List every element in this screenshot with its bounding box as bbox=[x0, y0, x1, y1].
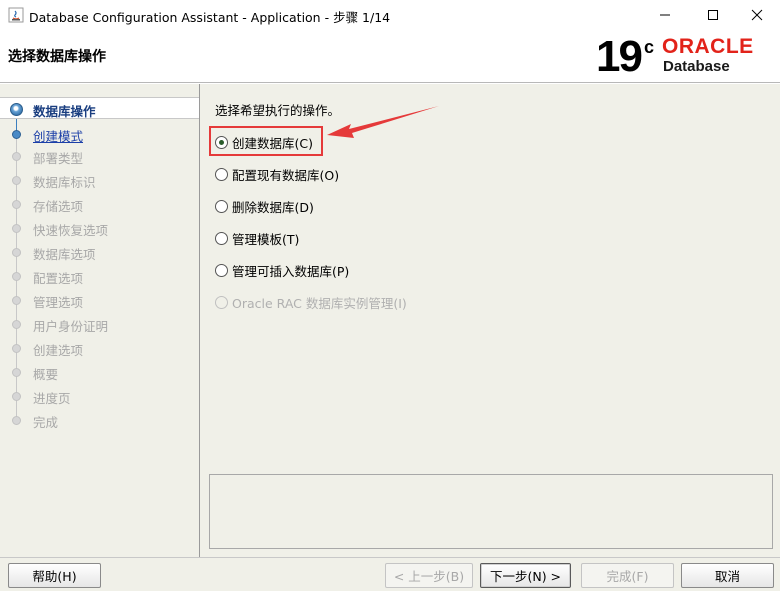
step-pending-icon bbox=[12, 368, 21, 377]
finish-button: 完成(F) bbox=[581, 563, 674, 588]
cancel-button[interactable]: 取消 bbox=[681, 563, 774, 588]
logo-brand: ORACLE bbox=[662, 35, 754, 58]
body-area: 数据库操作 创建模式 部署类型 数据库标识 存储选项 快速恢复选项 数据库选项 bbox=[0, 84, 780, 557]
step-item-configuration-options: 配置选项 bbox=[0, 265, 199, 287]
step-item-deployment-type: 部署类型 bbox=[0, 145, 199, 167]
logo-product: Database bbox=[663, 58, 730, 75]
next-button[interactable]: 下一步(N) > bbox=[480, 563, 571, 588]
option-manage-pluggable-databases[interactable]: 管理可插入数据库(P) bbox=[215, 260, 349, 280]
step-pending-icon bbox=[12, 248, 21, 257]
minimize-button[interactable] bbox=[642, 0, 688, 30]
step-item-progress: 进度页 bbox=[0, 385, 199, 407]
option-label[interactable]: 删除数据库(D) bbox=[232, 197, 314, 216]
step-pending-icon bbox=[12, 152, 21, 161]
step-item-database-identification: 数据库标识 bbox=[0, 169, 199, 191]
radio-button[interactable] bbox=[215, 199, 228, 213]
step-item-database-options: 数据库选项 bbox=[0, 241, 199, 263]
minimize-icon bbox=[660, 14, 670, 16]
annotation-highlight-box bbox=[209, 126, 323, 156]
option-label[interactable]: 配置现有数据库(O) bbox=[232, 165, 339, 184]
option-label[interactable]: 管理模板(T) bbox=[232, 229, 299, 248]
annotation-arrow-icon bbox=[327, 106, 439, 138]
option-label[interactable]: 管理可插入数据库(P) bbox=[232, 261, 349, 280]
help-button[interactable]: 帮助(H) bbox=[8, 563, 101, 588]
step-next-icon bbox=[12, 130, 21, 139]
step-label: 数据库选项 bbox=[33, 247, 96, 262]
option-delete-database[interactable]: 删除数据库(D) bbox=[215, 196, 314, 216]
step-item-creation-mode[interactable]: 创建模式 bbox=[0, 123, 199, 145]
step-label: 快速恢复选项 bbox=[33, 223, 109, 238]
step-label: 存储选项 bbox=[33, 199, 84, 214]
radio-button[interactable] bbox=[215, 231, 228, 245]
page-title: 选择数据库操作 bbox=[8, 49, 106, 65]
step-label: 部署类型 bbox=[33, 151, 84, 166]
step-item-finish: 完成 bbox=[0, 409, 199, 431]
page-header: 选择数据库操作 19 c ORACLE Database bbox=[0, 30, 780, 83]
back-button: < 上一步(B) bbox=[385, 563, 473, 588]
radio-button-disabled bbox=[215, 295, 228, 309]
step-item-database-operation: 数据库操作 bbox=[0, 97, 199, 119]
step-pending-icon bbox=[12, 272, 21, 281]
option-rac-instance-management: Oracle RAC 数据库实例管理(I) bbox=[215, 292, 407, 312]
window-title: Database Configuration Assistant - Appli… bbox=[29, 10, 391, 25]
main-panel: 选择希望执行的操作。 创建数据库(C) 配置现有数据库(O) 删除数据库(D) … bbox=[201, 84, 780, 557]
step-pending-icon bbox=[12, 320, 21, 329]
java-app-icon bbox=[8, 7, 24, 23]
step-item-fast-recovery: 快速恢复选项 bbox=[0, 217, 199, 239]
step-label: 用户身份证明 bbox=[33, 319, 109, 334]
step-current-icon bbox=[10, 103, 23, 116]
radio-button[interactable] bbox=[215, 167, 228, 181]
step-label: 概要 bbox=[33, 367, 59, 382]
step-link[interactable]: 创建模式 bbox=[33, 126, 83, 145]
logo-superscript: c bbox=[644, 37, 655, 57]
step-sidebar: 数据库操作 创建模式 部署类型 数据库标识 存储选项 快速恢复选项 数据库选项 bbox=[0, 84, 200, 557]
step-pending-icon bbox=[12, 416, 21, 425]
step-label: 完成 bbox=[33, 415, 59, 430]
step-label: 数据库标识 bbox=[33, 175, 96, 190]
footer-bar: 帮助(H) < 上一步(B) 下一步(N) > 完成(F) 取消 bbox=[0, 557, 780, 591]
description-panel bbox=[209, 474, 773, 549]
step-label: 进度页 bbox=[33, 391, 71, 406]
step-label: 配置选项 bbox=[33, 271, 84, 286]
maximize-button[interactable] bbox=[690, 0, 736, 30]
step-item-creation-option: 创建选项 bbox=[0, 337, 199, 359]
step-pending-icon bbox=[12, 176, 21, 185]
radio-button[interactable] bbox=[215, 263, 228, 277]
option-configure-existing-database[interactable]: 配置现有数据库(O) bbox=[215, 164, 339, 184]
option-manage-templates[interactable]: 管理模板(T) bbox=[215, 228, 299, 248]
step-item-summary: 概要 bbox=[0, 361, 199, 383]
step-pending-icon bbox=[12, 344, 21, 353]
option-label: Oracle RAC 数据库实例管理(I) bbox=[232, 295, 407, 311]
title-bar: Database Configuration Assistant - Appli… bbox=[0, 0, 780, 30]
step-label: 管理选项 bbox=[33, 295, 84, 310]
logo-version: 19 bbox=[596, 32, 643, 81]
step-pending-icon bbox=[12, 224, 21, 233]
step-item-user-credentials: 用户身份证明 bbox=[0, 313, 199, 335]
step-pending-icon bbox=[12, 200, 21, 209]
step-pending-icon bbox=[12, 296, 21, 305]
step-pending-icon bbox=[12, 392, 21, 401]
step-item-management-options: 管理选项 bbox=[0, 289, 199, 311]
step-label: 创建选项 bbox=[33, 343, 84, 358]
close-button[interactable] bbox=[734, 0, 780, 30]
maximize-icon bbox=[708, 10, 718, 20]
step-label: 数据库操作 bbox=[33, 104, 96, 119]
step-item-storage-option: 存储选项 bbox=[0, 193, 199, 215]
close-icon bbox=[751, 9, 763, 21]
